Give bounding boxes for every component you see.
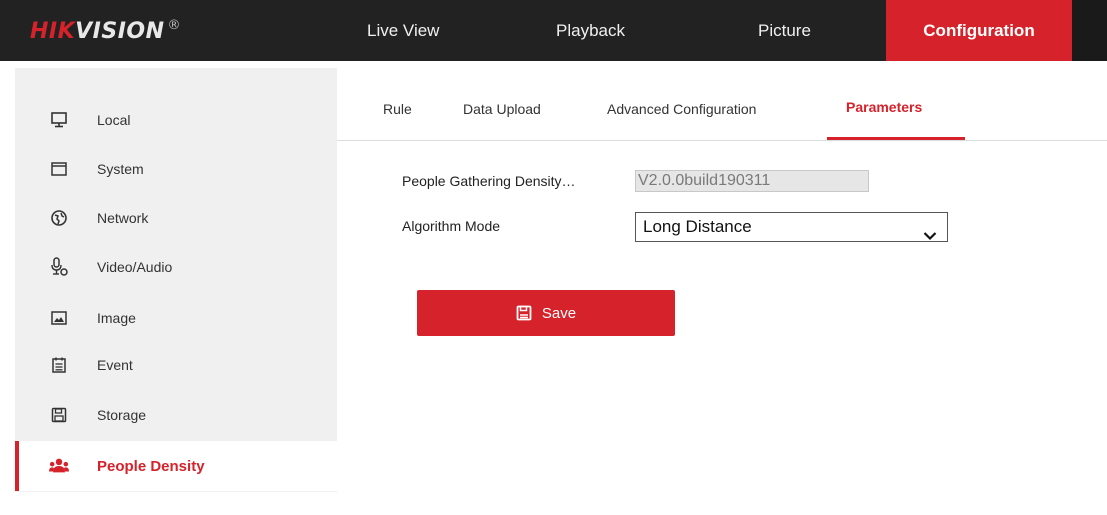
nav-playback[interactable]: Playback — [556, 0, 625, 61]
sidebar-item-label: Image — [97, 310, 136, 326]
people-icon — [49, 456, 69, 476]
logo-part-white: VISION — [75, 18, 165, 44]
active-indicator — [15, 441, 19, 491]
calendar-icon — [49, 355, 69, 375]
sidebar-item-label: Storage — [97, 407, 147, 423]
tab-rule[interactable]: Rule — [383, 101, 412, 117]
sidebar-item-label: Video/Audio — [97, 259, 173, 275]
tab-advanced-configuration[interactable]: Advanced Configuration — [607, 101, 756, 117]
version-label: People Gathering Density… — [402, 173, 576, 189]
config-sidebar: Local System Network Video/Audio Image E… — [15, 68, 337, 492]
config-tabs: Rule Data Upload Advanced Configuration … — [337, 68, 1107, 140]
tab-data-upload[interactable]: Data Upload — [463, 101, 541, 117]
sidebar-item-label: System — [97, 161, 144, 177]
logo-part-red: HIK — [30, 18, 76, 44]
version-field: V2.0.0build190311 — [635, 170, 869, 192]
microphone-icon — [49, 257, 69, 277]
sidebar-item-image[interactable]: Image — [15, 293, 337, 343]
window-icon — [49, 159, 69, 179]
nav-configuration[interactable]: Configuration — [886, 0, 1072, 61]
top-nav-bar: HIK VISION ® Live View Playback Picture Co… — [0, 0, 1107, 61]
image-icon — [49, 308, 69, 328]
sidebar-item-storage[interactable]: Storage — [15, 390, 337, 440]
sidebar-item-label: Local — [97, 112, 131, 128]
save-button-label: Save — [541, 304, 577, 322]
sidebar-item-network[interactable]: Network — [15, 193, 337, 243]
topbar-right-area — [1072, 0, 1107, 61]
sidebar-item-video-audio[interactable]: Video/Audio — [15, 242, 337, 292]
floppy-disk-icon — [516, 305, 532, 321]
sidebar-item-local[interactable]: Local — [15, 95, 337, 145]
algorithm-mode-value: Long Distance — [643, 217, 752, 236]
sidebar-item-system[interactable]: System — [15, 144, 337, 194]
chevron-down-icon — [923, 222, 937, 241]
logo-registered-mark: ® — [167, 17, 182, 33]
floppy-disk-icon — [49, 405, 69, 425]
sidebar-item-label: Network — [97, 210, 149, 226]
sidebar-item-label: People Density — [97, 457, 205, 475]
hikvision-logo: HIK VISION ® — [30, 16, 181, 46]
globe-icon — [49, 208, 69, 228]
nav-live-view[interactable]: Live View — [367, 0, 439, 61]
sidebar-item-event[interactable]: Event — [15, 340, 337, 390]
monitor-icon — [49, 110, 69, 130]
tabs-divider — [337, 140, 1107, 141]
sidebar-item-people-density[interactable]: People Density — [15, 441, 337, 491]
tab-parameters[interactable]: Parameters — [846, 99, 922, 115]
save-button[interactable]: Save — [417, 290, 675, 336]
nav-picture[interactable]: Picture — [758, 0, 811, 61]
sidebar-item-label: Event — [97, 357, 133, 373]
algorithm-mode-select[interactable]: Long Distance — [635, 212, 948, 242]
algorithm-mode-label: Algorithm Mode — [402, 218, 501, 234]
